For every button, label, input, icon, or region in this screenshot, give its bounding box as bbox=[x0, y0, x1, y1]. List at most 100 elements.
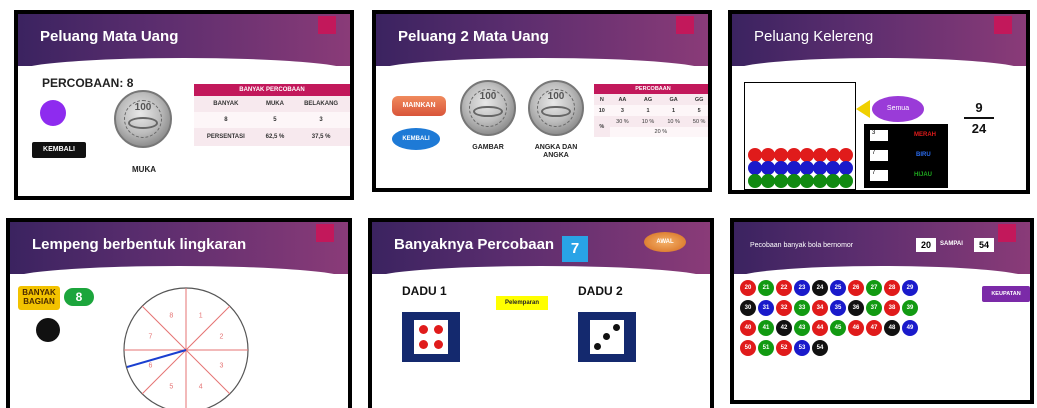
coin-value: 100 bbox=[134, 101, 152, 113]
numbered-ball[interactable]: 34 bbox=[812, 300, 828, 316]
coin-caption: MUKA bbox=[132, 165, 156, 174]
numbered-ball[interactable]: 20 bbox=[740, 280, 756, 296]
dice2 bbox=[578, 312, 636, 362]
numbered-ball[interactable]: 49 bbox=[902, 320, 918, 336]
numbered-ball[interactable]: 54 bbox=[812, 340, 828, 356]
panel-title: Peluang Kelereng bbox=[754, 28, 874, 45]
coin1-image: 100 bbox=[460, 80, 516, 136]
start-button[interactable]: AWAL bbox=[644, 232, 686, 252]
label-blue: BIRU bbox=[916, 152, 931, 158]
numbered-ball[interactable]: 46 bbox=[848, 320, 864, 336]
cell-pct-ag: 10 % bbox=[641, 118, 655, 125]
col-ga: GA bbox=[669, 96, 678, 103]
numbered-ball[interactable]: 30 bbox=[740, 300, 756, 316]
numbered-ball[interactable]: 23 bbox=[794, 280, 810, 296]
range-to[interactable]: 54 bbox=[974, 238, 994, 252]
panel-two-coin-probability: Peluang 2 Mata Uang MAINKAN KEMBALI 100 … bbox=[372, 10, 712, 192]
numbered-ball[interactable]: 32 bbox=[776, 300, 792, 316]
marble bbox=[748, 174, 762, 188]
panel-title: Peluang Mata Uang bbox=[40, 28, 179, 45]
pip bbox=[419, 325, 428, 334]
marble bbox=[826, 148, 840, 162]
trial-value: 8 bbox=[126, 76, 134, 90]
numbered-ball[interactable]: 45 bbox=[830, 320, 846, 336]
numbered-ball[interactable]: 27 bbox=[866, 280, 882, 296]
trial-table: PERCOBAAN N AA AG GA GG 10 3 1 1 5 % 30 … bbox=[594, 84, 708, 137]
numbered-ball[interactable]: 52 bbox=[776, 340, 792, 356]
numbered-ball[interactable]: 48 bbox=[884, 320, 900, 336]
numbered-ball[interactable]: 26 bbox=[848, 280, 864, 296]
cell-pct-muka: 62,5 % bbox=[265, 134, 285, 140]
numbered-ball[interactable]: 39 bbox=[902, 300, 918, 316]
header-wave bbox=[18, 58, 350, 74]
numbered-ball[interactable]: 51 bbox=[758, 340, 774, 356]
input-green[interactable]: 7 bbox=[870, 170, 888, 181]
coin-emblem bbox=[127, 116, 159, 129]
range-from[interactable]: 20 bbox=[916, 238, 936, 252]
numbered-ball[interactable]: 53 bbox=[794, 340, 810, 356]
panel-header: Peluang Mata Uang bbox=[18, 14, 350, 74]
range-word: SAMPAI bbox=[940, 241, 963, 247]
numbered-ball[interactable]: 36 bbox=[848, 300, 864, 316]
col-n: N bbox=[599, 96, 604, 103]
numbered-ball[interactable]: 42 bbox=[776, 320, 792, 336]
input-red[interactable]: 3 bbox=[870, 130, 888, 141]
dice1 bbox=[402, 312, 460, 362]
numbered-ball[interactable]: 24 bbox=[812, 280, 828, 296]
throw-button[interactable]: Pelemparan bbox=[496, 296, 548, 310]
marble bbox=[826, 174, 840, 188]
coin-value: 100 bbox=[547, 91, 565, 103]
panel-title: Pecobaan banyak bola bernomor bbox=[750, 242, 854, 249]
numbered-ball[interactable]: 44 bbox=[812, 320, 828, 336]
back-button[interactable]: KEMBALI bbox=[32, 142, 86, 158]
coin2-image: 100 bbox=[528, 80, 584, 136]
numbered-ball[interactable]: 22 bbox=[776, 280, 792, 296]
numbered-ball[interactable]: 41 bbox=[758, 320, 774, 336]
trial-table: BANYAK PERCOBAAN BANYAK MUKA BELAKANG 8 … bbox=[194, 84, 350, 146]
numbered-ball[interactable]: 21 bbox=[758, 280, 774, 296]
numbered-ball[interactable]: 43 bbox=[794, 320, 810, 336]
numbered-ball[interactable]: 33 bbox=[794, 300, 810, 316]
table-header: PERCOBAAN bbox=[635, 86, 671, 92]
coin-emblem bbox=[473, 105, 503, 118]
numbered-ball[interactable]: 37 bbox=[866, 300, 882, 316]
fraction-bar bbox=[964, 117, 994, 119]
numbered-ball[interactable]: 35 bbox=[830, 300, 846, 316]
header-wave bbox=[732, 58, 1026, 74]
numbered-ball[interactable]: 40 bbox=[740, 320, 756, 336]
header-accent bbox=[676, 16, 694, 34]
numbered-ball[interactable]: 47 bbox=[866, 320, 882, 336]
header-wave bbox=[376, 58, 708, 74]
numbered-ball[interactable]: 31 bbox=[758, 300, 774, 316]
header-wave bbox=[734, 266, 1030, 282]
col-banyak: BANYAK bbox=[213, 101, 239, 107]
back-button[interactable]: KEMBALI bbox=[392, 128, 440, 150]
marble bbox=[813, 161, 827, 175]
panel-header: Peluang 2 Mata Uang bbox=[376, 14, 708, 74]
numbered-ball[interactable]: 28 bbox=[884, 280, 900, 296]
marble bbox=[813, 148, 827, 162]
all-button[interactable]: Semua bbox=[872, 96, 924, 122]
col-muka: MUKA bbox=[265, 101, 284, 107]
sector-number: 6 bbox=[149, 363, 153, 370]
pip bbox=[603, 333, 610, 340]
marble bbox=[813, 174, 827, 188]
play-button[interactable]: MAINKAN bbox=[392, 96, 446, 116]
marble bbox=[787, 161, 801, 175]
marble bbox=[839, 174, 853, 188]
panel-coin-probability: Peluang Mata Uang PERCOBAAN: 8 KEMBALI 1… bbox=[14, 10, 354, 200]
panel-header: Peluang Kelereng bbox=[732, 14, 1026, 74]
cell-pct-belakang: 37,5 % bbox=[311, 134, 331, 140]
numbered-ball[interactable]: 50 bbox=[740, 340, 756, 356]
numbered-ball[interactable]: 38 bbox=[884, 300, 900, 316]
input-blue[interactable]: 7 bbox=[870, 150, 888, 161]
label-green: HIJAU bbox=[914, 172, 933, 178]
marble bbox=[774, 148, 788, 162]
arrow-icon bbox=[856, 100, 870, 118]
numbered-ball[interactable]: 25 bbox=[830, 280, 846, 296]
numbered-ball[interactable]: 29 bbox=[902, 280, 918, 296]
sector-number: 3 bbox=[220, 363, 224, 370]
chance-button[interactable]: KEUPATAN bbox=[982, 286, 1030, 302]
marble bbox=[774, 174, 788, 188]
cell-pct-ga: 10 % bbox=[667, 118, 680, 125]
